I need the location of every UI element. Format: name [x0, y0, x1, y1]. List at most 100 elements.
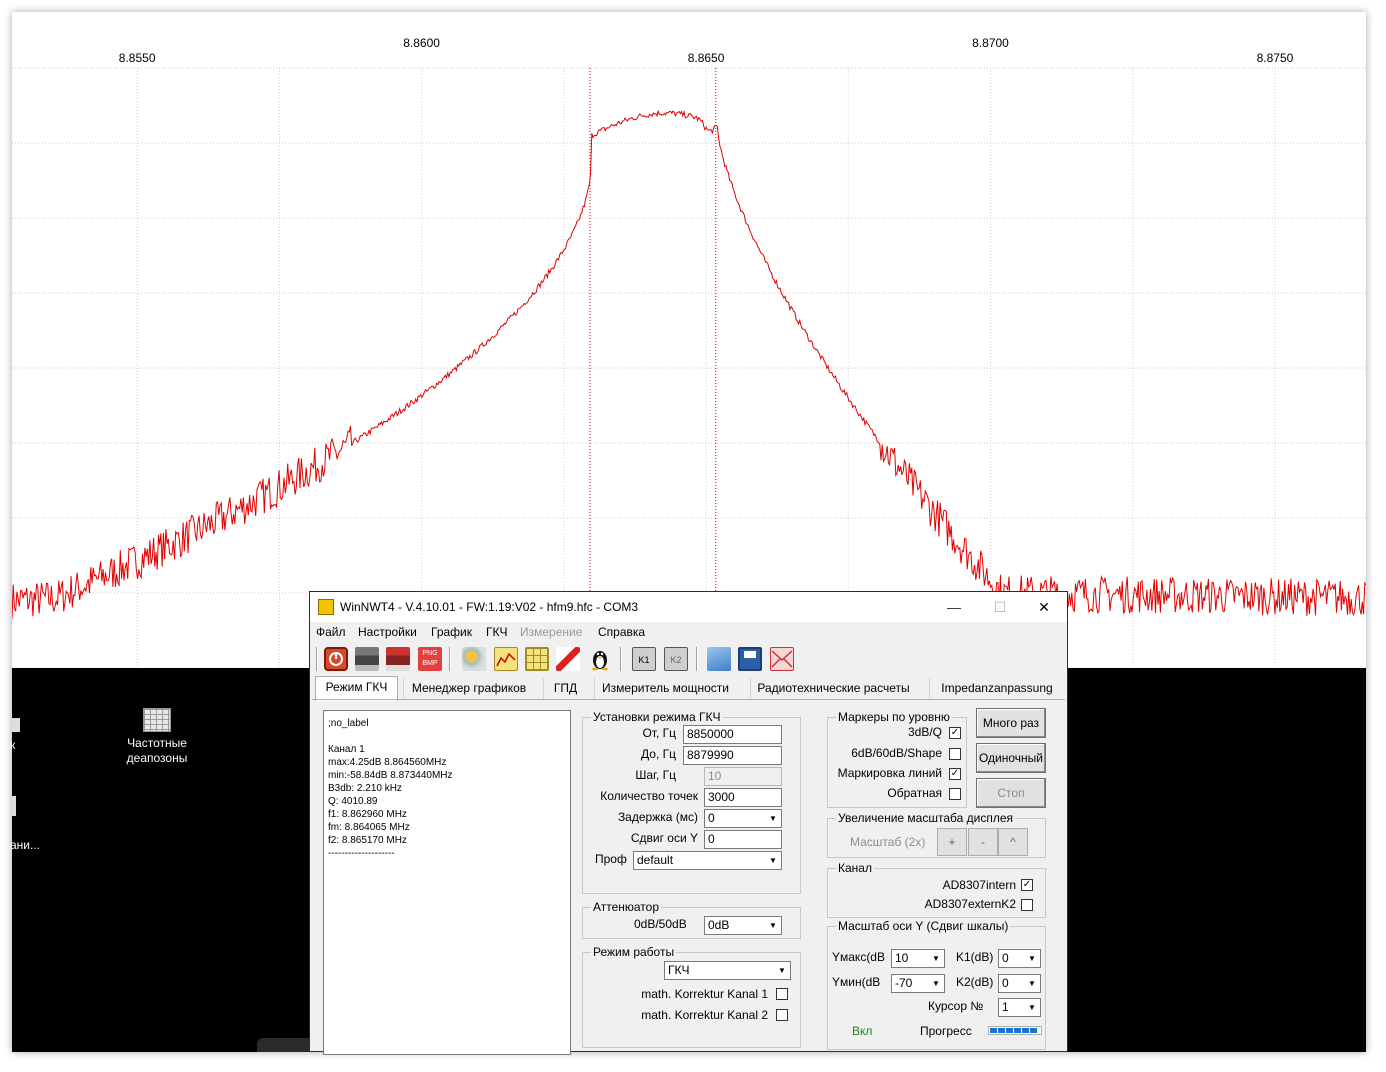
- from-frequency-input[interactable]: 8850000: [683, 725, 782, 744]
- menu-sweep[interactable]: ГКЧ: [486, 625, 508, 639]
- menu-file[interactable]: Файл: [316, 625, 346, 639]
- chart-icon[interactable]: [494, 647, 518, 671]
- menu-help[interactable]: Справка: [598, 625, 645, 639]
- math-correction-ch1-checkbox[interactable]: [776, 988, 788, 1000]
- table-icon[interactable]: [525, 647, 549, 671]
- toolbar-separator: [449, 647, 451, 671]
- open-folder-icon[interactable]: [707, 647, 731, 671]
- marker-6db-label: 6dB/60dB/Shape: [851, 746, 942, 760]
- linux-penguin-icon[interactable]: [588, 647, 612, 671]
- x-tick-label: 8.8700: [972, 36, 1009, 50]
- marker-3db-checkbox[interactable]: ✓: [949, 727, 961, 739]
- save-disk-icon[interactable]: [738, 647, 762, 671]
- close-button[interactable]: ✕: [1021, 592, 1067, 622]
- progress-bar: [988, 1026, 1042, 1035]
- marker-6db-checkbox[interactable]: [949, 748, 961, 760]
- inverse-checkbox[interactable]: [949, 788, 961, 800]
- spreadsheet-icon: [143, 708, 171, 732]
- response-trace: [12, 109, 1366, 620]
- points-label: Количество точек: [600, 789, 698, 803]
- maximize-button[interactable]: ☐: [977, 592, 1023, 622]
- chevron-down-icon: ▼: [932, 954, 940, 963]
- ad8307-intern-checkbox[interactable]: ✓: [1021, 879, 1033, 891]
- channel1-icon[interactable]: K1: [632, 647, 656, 671]
- x-tick-label: 8.8650: [688, 51, 725, 65]
- progress-segment: [1030, 1028, 1037, 1033]
- to-frequency-input[interactable]: 8879990: [683, 746, 782, 765]
- k1-select[interactable]: 0 ▼: [998, 949, 1041, 968]
- step-label: Шаг, Гц: [635, 768, 676, 782]
- y-scale-title: Масштаб оси Y (Сдвиг шкалы): [836, 919, 1011, 933]
- math-correction-ch2-checkbox[interactable]: [776, 1009, 788, 1021]
- k2-value: 0: [1002, 976, 1009, 990]
- y-shift-label: Сдвиг оси Y: [630, 831, 698, 845]
- delay-label: Задержка (мс): [617, 810, 698, 824]
- results-textbox[interactable]: ;no_label Канал 1 max:4.25dB 8.864560MHz…: [323, 710, 571, 1055]
- toolbar: PNG BMP K1 K2: [310, 644, 1067, 674]
- frequency-response-plot[interactable]: 8.8550 8.8600 8.8650 8.8700 8.8750: [12, 12, 1366, 668]
- calibrate-icon[interactable]: [556, 647, 580, 671]
- tab-vfo[interactable]: ГПД: [543, 678, 587, 700]
- desktop-partial-icon-1[interactable]: [12, 718, 20, 732]
- title-bar[interactable]: WinNWT4 - V.4.10.01 - FW:1.19:V02 - hfm9…: [310, 592, 1067, 622]
- profile-select[interactable]: default ▼: [633, 851, 782, 870]
- desktop-icon-frequency-ranges[interactable]: Частотные деапозоны: [122, 708, 192, 766]
- menu-measure: Измерение: [520, 625, 583, 639]
- tools-icon[interactable]: [462, 647, 486, 671]
- channel2-icon[interactable]: K2: [664, 647, 688, 671]
- ad8307-extern-checkbox[interactable]: [1021, 899, 1033, 911]
- power-icon[interactable]: [324, 647, 348, 671]
- toolbar-separator: [316, 647, 318, 671]
- menu-graph[interactable]: График: [431, 625, 472, 639]
- printer-icon[interactable]: [355, 647, 379, 671]
- menu-settings[interactable]: Настройки: [358, 625, 417, 639]
- progress-segment: [1022, 1028, 1029, 1033]
- desktop-partial-label-2: ани...: [10, 838, 41, 852]
- display-zoom-group: Увеличение масштаба дисплея Масштаб (2x)…: [827, 811, 1046, 858]
- tab-rf-calculations[interactable]: Радиотехнические расчеты: [750, 678, 916, 700]
- y-shift-input[interactable]: 0: [704, 830, 782, 849]
- progress-segment: [1014, 1028, 1021, 1033]
- cursor-select[interactable]: 1 ▼: [998, 998, 1041, 1017]
- minimize-button[interactable]: —: [931, 592, 977, 622]
- single-sweep-button[interactable]: Одиночный: [976, 743, 1046, 773]
- chevron-down-icon: ▼: [1028, 1003, 1036, 1012]
- mode-select[interactable]: ГКЧ ▼: [664, 961, 791, 980]
- png-bmp-export-icon[interactable]: PNG BMP: [418, 647, 442, 671]
- printer-color-icon[interactable]: [386, 647, 410, 671]
- k2-select[interactable]: 0 ▼: [998, 974, 1041, 993]
- progress-segment: [990, 1028, 997, 1033]
- sweep-settings-title: Установки режима ГКЧ: [591, 710, 723, 724]
- winnwt4-window: WinNWT4 - V.4.10.01 - FW:1.19:V02 - hfm9…: [309, 591, 1068, 1055]
- tab-power-meter[interactable]: Измеритель мощности: [594, 678, 736, 700]
- toolbar-separator: [620, 647, 622, 671]
- delay-select[interactable]: 0 ▼: [704, 809, 782, 828]
- mail-icon[interactable]: [770, 647, 794, 671]
- zoom-label: Масштаб (2x): [850, 835, 926, 849]
- desktop-partial-icon-2[interactable]: [12, 796, 16, 816]
- zoom-reset-button[interactable]: ^: [998, 828, 1028, 856]
- x-tick-label: 8.8600: [403, 36, 440, 50]
- step-input: 10: [704, 767, 782, 786]
- chevron-down-icon: ▼: [932, 979, 940, 988]
- line-marking-checkbox[interactable]: ✓: [949, 768, 961, 780]
- tab-impedance-matching[interactable]: Impedanzanpassung: [929, 678, 1064, 700]
- menu-bar: Файл Настройки График ГКЧ Измерение Спра…: [310, 622, 1067, 642]
- from-label: От, Гц: [642, 726, 676, 740]
- attenuator-group: Аттенюатор 0dB/50dB 0dB ▼: [582, 900, 801, 939]
- multiple-sweep-button[interactable]: Много раз: [976, 708, 1046, 738]
- points-input[interactable]: 3000: [704, 788, 782, 807]
- tab-sweep-mode[interactable]: Режим ГКЧ: [315, 676, 398, 701]
- zoom-out-button[interactable]: -: [968, 828, 998, 856]
- tab-graph-manager[interactable]: Менеджер графиков: [403, 678, 534, 700]
- ymin-select[interactable]: -70 ▼: [891, 974, 945, 993]
- chevron-down-icon: ▼: [769, 814, 777, 823]
- zoom-in-button[interactable]: +: [937, 828, 967, 856]
- delay-value: 0: [708, 811, 715, 825]
- ymin-label: Yмин(dB: [832, 975, 881, 989]
- attenuator-select[interactable]: 0dB ▼: [704, 916, 782, 935]
- stop-button[interactable]: Стоп: [976, 778, 1046, 808]
- k1-label: K1(dB): [956, 950, 994, 964]
- ymax-select[interactable]: 10 ▼: [891, 949, 945, 968]
- operating-mode-group: Режим работы ГКЧ ▼ math. Korrektur Kanal…: [582, 945, 801, 1048]
